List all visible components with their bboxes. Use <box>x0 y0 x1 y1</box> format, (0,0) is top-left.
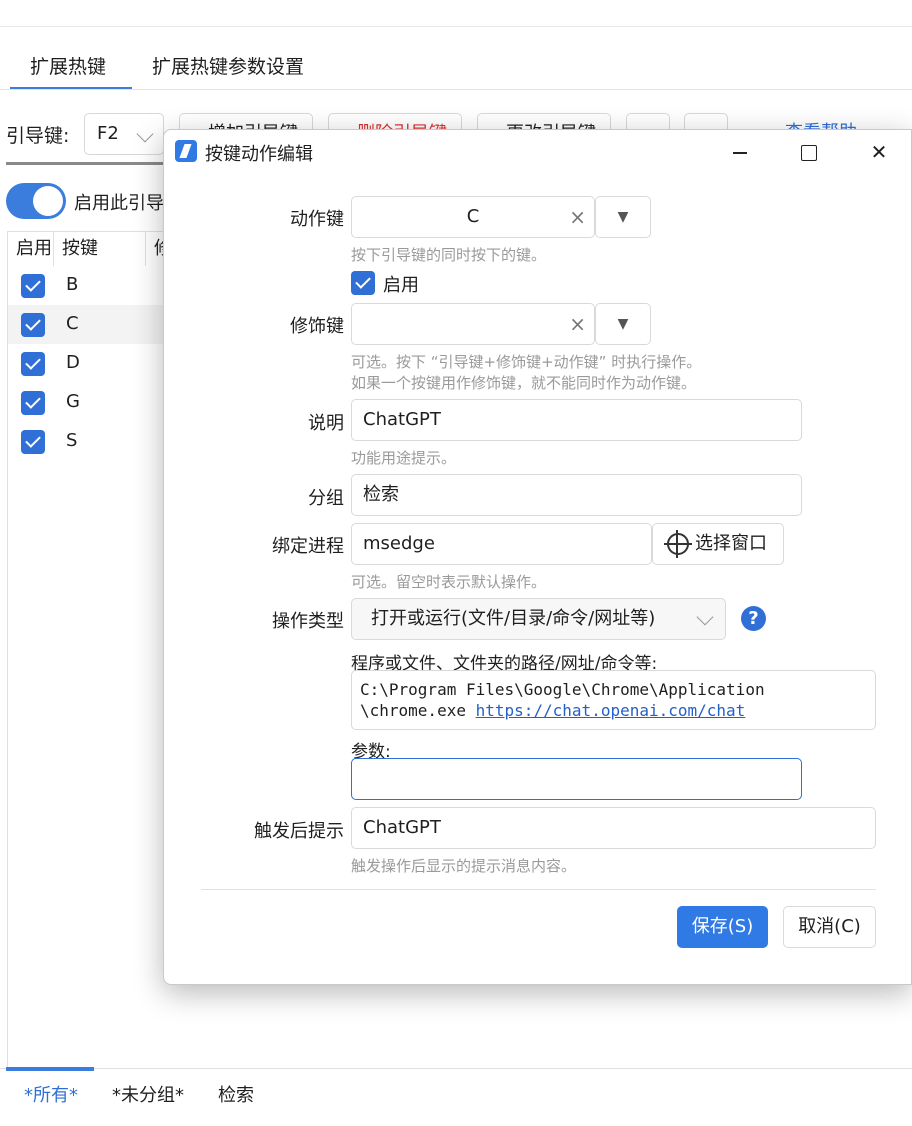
group-input[interactable]: 检索 <box>351 474 802 516</box>
path-line-2: \chrome.exe https://chat.openai.com/chat <box>360 700 867 721</box>
lead-key-label: 引导键: <box>6 125 70 147</box>
action-key-field[interactable]: C × <box>351 196 595 238</box>
notify-hint: 触发操作后显示的提示消息内容。 <box>351 857 577 875</box>
row-key: S <box>66 430 78 451</box>
app-logo-icon <box>175 140 197 162</box>
header-key[interactable]: 按键 <box>54 232 146 266</box>
list-row[interactable]: B <box>8 266 168 305</box>
question-help-icon[interactable]: ? <box>741 606 766 631</box>
tab-extended-hotkeys[interactable]: 扩展热键 <box>10 52 132 90</box>
row-key: C <box>66 313 79 334</box>
header-enabled[interactable]: 启用 <box>8 232 54 266</box>
cancel-button[interactable]: 取消(C) <box>783 906 876 948</box>
list-header: 启用 按键 修 <box>8 232 176 266</box>
chevron-down-icon <box>696 608 714 626</box>
group-tab-search[interactable]: 检索 <box>218 1081 254 1107</box>
path-line-1: C:\Program Files\Google\Chrome\Applicati… <box>360 680 765 699</box>
clear-icon[interactable]: × <box>569 197 586 237</box>
maximize-icon[interactable] <box>786 134 830 170</box>
tab-extended-hotkey-settings[interactable]: 扩展热键参数设置 <box>132 52 324 90</box>
description-label: 说明 <box>308 413 344 434</box>
path-url-link[interactable]: https://chat.openai.com/chat <box>476 701 746 720</box>
notify-input[interactable]: ChatGPT <box>351 807 876 849</box>
triangle-down-icon: ▼ <box>617 316 629 332</box>
footer-divider <box>201 889 876 890</box>
action-key-dropdown-button[interactable]: ▼ <box>595 196 651 238</box>
clear-icon[interactable]: × <box>569 304 586 344</box>
modifier-key-hint-2: 如果一个按键用作修饰键，就不能同时作为动作键。 <box>351 374 697 392</box>
path-textarea[interactable]: C:\Program Files\Google\Chrome\Applicati… <box>351 670 876 730</box>
key-action-edit-dialog: 按键动作编辑 ✕ 动作键 C × ▼ 按下引导键的同时按下的键。 启用 修饰键 … <box>163 129 912 985</box>
modifier-key-label: 修饰键 <box>290 316 344 337</box>
triangle-down-icon: ▼ <box>617 209 629 225</box>
tabs-divider <box>0 89 912 90</box>
list-row[interactable]: D <box>8 344 168 383</box>
group-label: 分组 <box>308 488 344 509</box>
pick-window-label: 选择窗口 <box>695 533 767 554</box>
description-input[interactable]: ChatGPT <box>351 399 802 441</box>
pick-window-button[interactable]: 选择窗口 <box>652 523 784 565</box>
bind-process-input[interactable]: msedge <box>351 523 652 565</box>
dialog-title: 按键动作编辑 <box>205 144 313 165</box>
row-key: G <box>66 391 80 412</box>
list-row[interactable]: G <box>8 383 168 422</box>
enable-checkbox[interactable] <box>21 313 45 337</box>
top-divider <box>0 26 912 27</box>
active-tab-indicator <box>6 1067 94 1071</box>
modifier-key-dropdown-button[interactable]: ▼ <box>595 303 651 345</box>
lead-key-value: F2 <box>97 123 119 144</box>
action-key-label: 动作键 <box>290 209 344 230</box>
list-row[interactable]: S <box>8 422 168 461</box>
enable-lead-key-toggle[interactable] <box>6 183 66 219</box>
enable-checkbox[interactable] <box>21 274 45 298</box>
toggle-knob <box>33 186 63 216</box>
modifier-key-field[interactable]: × <box>351 303 595 345</box>
enable-checkbox[interactable] <box>21 352 45 376</box>
enable-checkbox-label: 启用 <box>383 275 419 296</box>
group-tabs: *所有* *未分组* 检索 <box>0 1067 912 1126</box>
row-key: D <box>66 352 80 373</box>
action-key-hint: 按下引导键的同时按下的键。 <box>351 246 547 264</box>
crosshair-icon <box>664 530 692 558</box>
notify-label: 触发后提示 <box>254 821 344 842</box>
action-key-value: C <box>466 206 480 227</box>
modifier-key-hint-1: 可选。按下 “引导键+修饰键+动作键” 时执行操作。 <box>351 353 702 371</box>
enable-checkbox[interactable] <box>351 271 375 295</box>
minimize-icon[interactable] <box>717 134 761 170</box>
operation-type-label: 操作类型 <box>272 611 344 632</box>
lead-key-underline <box>6 162 166 165</box>
close-icon[interactable]: ✕ <box>857 134 901 170</box>
enable-checkbox[interactable] <box>21 391 45 415</box>
bind-process-label: 绑定进程 <box>272 536 344 557</box>
row-key: B <box>66 274 79 295</box>
list-row[interactable]: C <box>8 305 168 344</box>
params-input[interactable] <box>351 758 802 800</box>
enable-checkbox[interactable] <box>21 430 45 454</box>
lead-key-select[interactable]: F2 <box>84 113 164 155</box>
main-tabs: 扩展热键 扩展热键参数设置 <box>10 52 324 90</box>
group-tab-ungrouped[interactable]: *未分组* <box>112 1081 184 1107</box>
dialog-titlebar: 按键动作编辑 ✕ <box>164 130 911 174</box>
operation-type-value: 打开或运行(文件/目录/命令/网址等) <box>371 608 656 629</box>
description-hint: 功能用途提示。 <box>351 449 457 467</box>
group-tab-all[interactable]: *所有* <box>24 1081 78 1107</box>
path-text: \chrome.exe <box>360 701 476 720</box>
operation-type-select[interactable]: 打开或运行(文件/目录/命令/网址等) <box>351 598 726 640</box>
save-button[interactable]: 保存(S) <box>677 906 768 948</box>
bind-process-hint: 可选。留空时表示默认操作。 <box>351 573 547 591</box>
chevron-down-icon <box>136 125 154 143</box>
